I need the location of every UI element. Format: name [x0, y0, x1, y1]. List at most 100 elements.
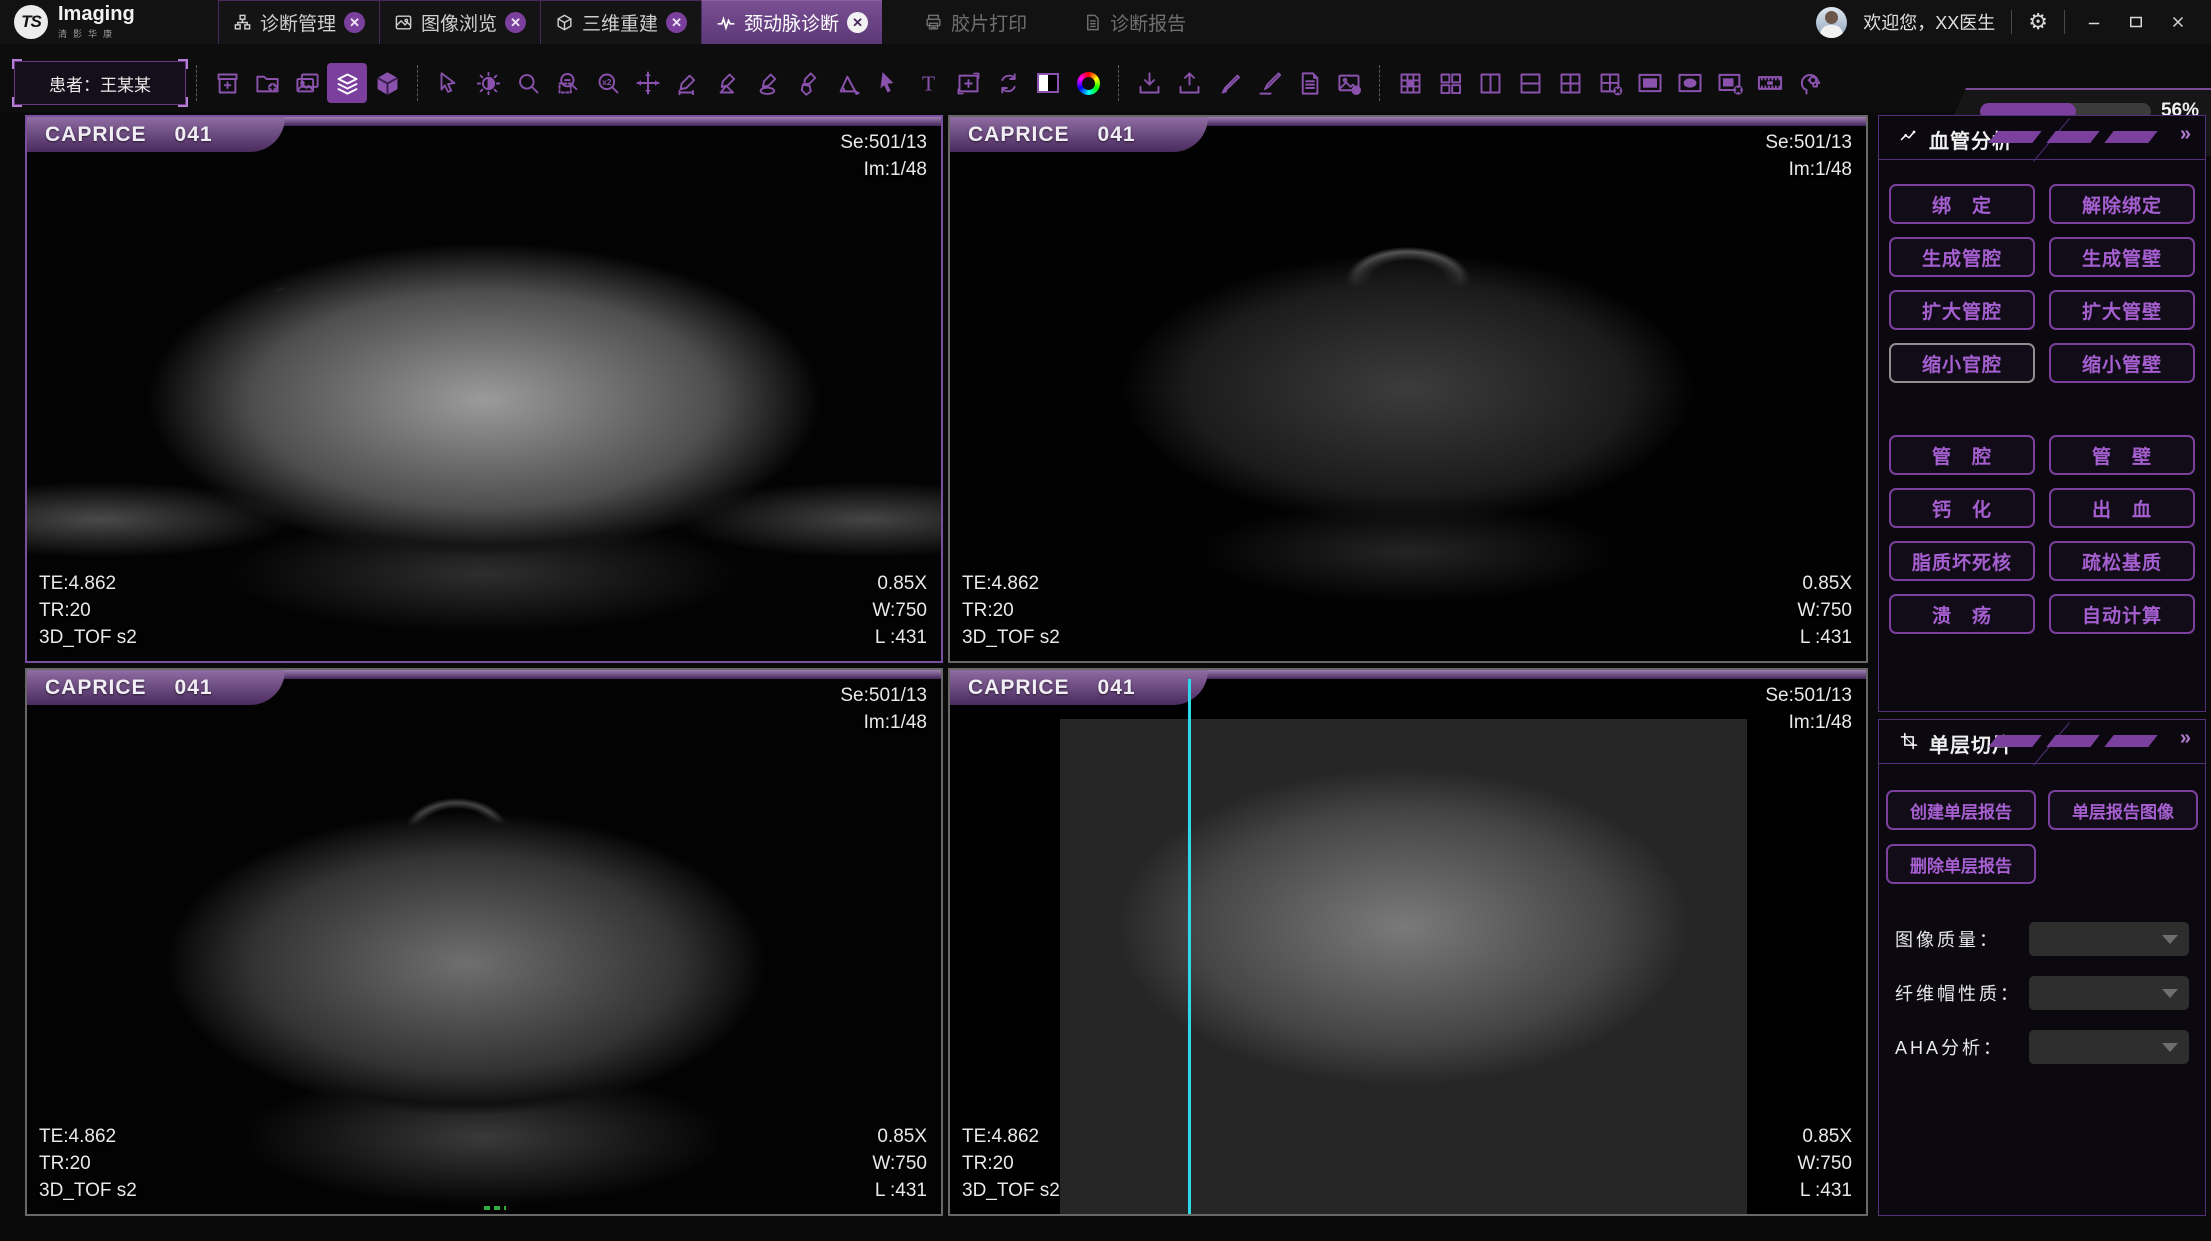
bind-button[interactable]: 绑 定 [1889, 184, 2035, 224]
zoom-region-icon[interactable] [548, 63, 588, 103]
measure-polygon-icon[interactable] [788, 63, 828, 103]
collapse-icon[interactable]: » [2180, 727, 2191, 750]
delete-slice-report-button[interactable]: 删除单层报告 [1886, 844, 2036, 884]
tab-diagnosis-management[interactable]: 诊断管理 ✕ [218, 0, 379, 44]
image-quality-label: 图像质量： [1895, 926, 2000, 952]
grid-2x2-icon[interactable] [1430, 63, 1470, 103]
lumen-button[interactable]: 管 腔 [1889, 435, 2035, 475]
tab-carotid-diagnosis[interactable]: 颈动脉诊断 ✕ [701, 0, 882, 44]
generate-lumen-button[interactable]: 生成管腔 [1889, 237, 2035, 277]
slice-report-image-button[interactable]: 单层报告图像 [2048, 790, 2198, 830]
image-export-icon[interactable] [1329, 63, 1369, 103]
expand-lumen-button[interactable]: 扩大管腔 [1889, 290, 2035, 330]
hemorrhage-button[interactable]: 出 血 [2049, 488, 2195, 528]
viewport-3[interactable]: CAPRICE 041 Se:501/13Im:1/48 TE:4.862TR:… [25, 668, 943, 1216]
pan-icon[interactable] [628, 63, 668, 103]
measure-angle-icon[interactable] [708, 63, 748, 103]
rect-delete-icon[interactable] [1710, 63, 1750, 103]
mri-image[interactable] [950, 117, 1866, 661]
expand-wall-button[interactable]: 扩大管壁 [2049, 290, 2195, 330]
cube-icon[interactable] [367, 63, 407, 103]
pen-line-icon[interactable] [1249, 63, 1289, 103]
upload-icon[interactable] [1169, 63, 1209, 103]
tab-image-browse[interactable]: 图像浏览 ✕ [379, 0, 540, 44]
measure-line-icon[interactable] [668, 63, 708, 103]
text-tool-icon[interactable]: T [908, 63, 948, 103]
tab-label: 颈动脉诊断 [744, 9, 839, 36]
archive-add-icon[interactable] [207, 63, 247, 103]
zoom-icon[interactable] [508, 63, 548, 103]
cursor-icon[interactable] [428, 63, 468, 103]
collapse-icon[interactable]: » [2180, 123, 2191, 146]
close-icon[interactable]: ✕ [344, 12, 365, 33]
shrink-wall-button[interactable]: 缩小管壁 [2049, 343, 2195, 383]
ellipse-solid-icon[interactable] [1670, 63, 1710, 103]
auto-calculate-button[interactable]: 自动计算 [2049, 594, 2195, 634]
create-slice-report-button[interactable]: 创建单层报告 [1886, 790, 2036, 830]
split-horizontal-icon[interactable] [1510, 63, 1550, 103]
calcification-button[interactable]: 钙 化 [1889, 488, 2035, 528]
panel-header: 单层切片 » [1879, 720, 2205, 764]
acquisition-info-overlay: TE:4.862TR:203D_TOF s2 [962, 1123, 1060, 1204]
fibrous-cap-field: 纤维帽性质： [1895, 974, 2189, 1012]
wall-button[interactable]: 管 壁 [2049, 435, 2195, 475]
lipid-necrotic-core-button[interactable]: 脂质坏死核 [1889, 541, 2035, 581]
grid-delete-icon[interactable] [1590, 63, 1630, 103]
generate-wall-button[interactable]: 生成管壁 [2049, 237, 2195, 277]
folder-add-icon[interactable] [247, 63, 287, 103]
color-wheel-icon[interactable] [1068, 63, 1108, 103]
invert-icon[interactable] [1028, 63, 1068, 103]
measure-ellipse-icon[interactable] [748, 63, 788, 103]
user-avatar[interactable] [1816, 7, 1847, 38]
pointer-solid-icon[interactable] [868, 63, 908, 103]
roi-box-icon[interactable] [948, 63, 988, 103]
gear-icon[interactable]: ⚙ [2028, 9, 2048, 35]
close-window-button[interactable] [2165, 9, 2191, 35]
ulcer-button[interactable]: 溃 疡 [1889, 594, 2035, 634]
viewport-title-tab: CAPRICE 041 [950, 117, 1208, 152]
maximize-button[interactable] [2123, 9, 2149, 35]
rect-solid-icon[interactable] [1630, 63, 1670, 103]
ai-head-icon[interactable] [1790, 63, 1830, 103]
aha-analysis-select[interactable] [2029, 1030, 2189, 1064]
patient-field[interactable]: 患者：王某某 [14, 61, 186, 105]
tab-diagnosis-report[interactable]: 诊断报告 [1069, 0, 1200, 44]
split-vertical-icon[interactable] [1470, 63, 1510, 103]
mri-image[interactable] [27, 117, 941, 661]
reference-line[interactable] [1188, 679, 1191, 1214]
brush-icon[interactable] [1209, 63, 1249, 103]
grid-4pane-icon[interactable] [1550, 63, 1590, 103]
close-icon[interactable]: ✕ [505, 12, 526, 33]
filmstrip-icon[interactable] [1750, 63, 1790, 103]
mri-image[interactable] [27, 670, 941, 1214]
divider [196, 65, 197, 101]
series-number: 041 [1098, 123, 1136, 147]
rotate-icon[interactable] [988, 63, 1028, 103]
gallery-icon[interactable] [287, 63, 327, 103]
close-icon[interactable]: ✕ [847, 12, 868, 33]
fibrous-cap-select[interactable] [2029, 976, 2189, 1010]
viewport-2[interactable]: CAPRICE 041 Se:501/13Im:1/48 TE:4.862TR:… [948, 115, 1868, 663]
loose-matrix-button[interactable]: 疏松基质 [2049, 541, 2195, 581]
download-icon[interactable] [1129, 63, 1169, 103]
viewport-1[interactable]: CAPRICE 041 Se:501/13Im:1/48 TE:4.862TR:… [25, 115, 943, 663]
tab-film-print[interactable]: 胶片打印 [910, 0, 1041, 44]
mri-image[interactable] [950, 670, 1866, 1214]
viewport-grid: CAPRICE 041 Se:501/13Im:1/48 TE:4.862TR:… [25, 115, 1868, 1216]
report-icon [1083, 13, 1102, 32]
unbind-button[interactable]: 解除绑定 [2049, 184, 2195, 224]
display-info-overlay: 0.85XW:750L :431 [1797, 1123, 1852, 1204]
tab-3d-reconstruction[interactable]: 三维重建 ✕ [540, 0, 701, 44]
layers-icon[interactable] [327, 63, 367, 103]
tab-label: 诊断管理 [260, 9, 336, 36]
close-icon[interactable]: ✕ [666, 12, 687, 33]
grid-3x3-icon[interactable] [1390, 63, 1430, 103]
viewport-4[interactable]: CAPRICE 041 Se:501/13Im:1/48 TE:4.862TR:… [948, 668, 1868, 1216]
zoom-2x-icon[interactable]: x2 [588, 63, 628, 103]
report-add-icon[interactable] [1289, 63, 1329, 103]
brightness-icon[interactable] [468, 63, 508, 103]
protractor-icon[interactable] [828, 63, 868, 103]
minimize-button[interactable] [2081, 9, 2107, 35]
shrink-lumen-button[interactable]: 缩小官腔 [1889, 343, 2035, 383]
image-quality-select[interactable] [2029, 922, 2189, 956]
